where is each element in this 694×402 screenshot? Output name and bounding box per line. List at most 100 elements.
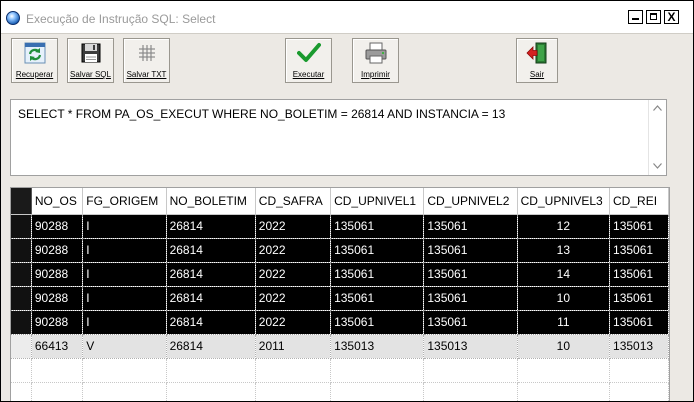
- table-cell[interactable]: 10: [517, 286, 611, 311]
- column-header-no-os[interactable]: NO_OS: [31, 188, 84, 215]
- salvar-sql-label: Salvar SQL: [70, 70, 111, 79]
- table-cell[interactable]: 26814: [166, 214, 256, 239]
- table-cell[interactable]: 135061: [423, 286, 518, 311]
- title-bar[interactable]: Execução de Instrução SQL: Select X: [1, 1, 693, 34]
- table-cell[interactable]: 26814: [166, 334, 256, 359]
- sql-vertical-scrollbar[interactable]: [648, 100, 666, 175]
- table-row[interactable]: 66413 V 26814 2011 135013 135013 10 135013: [11, 334, 669, 359]
- table-cell[interactable]: 13: [517, 238, 611, 263]
- column-header-cd-upnivel2[interactable]: CD_UPNIVEL2: [423, 188, 518, 215]
- table-cell[interactable]: 135061: [609, 214, 669, 239]
- empty-cell: [609, 382, 669, 401]
- sair-label: Sair: [529, 70, 545, 79]
- table-cell[interactable]: 2022: [255, 262, 332, 287]
- table-cell[interactable]: 90288: [31, 286, 84, 311]
- executar-label: Executar: [292, 70, 325, 79]
- sql-editor[interactable]: SELECT * FROM PA_OS_EXECUT WHERE NO_BOLE…: [10, 99, 667, 176]
- table-cell[interactable]: 135061: [609, 238, 669, 263]
- row-indicator[interactable]: [11, 310, 32, 335]
- maximize-button[interactable]: [646, 10, 661, 24]
- sair-button[interactable]: Sair: [516, 38, 558, 83]
- table-cell[interactable]: 135061: [423, 238, 518, 263]
- empty-cell: [166, 382, 256, 401]
- table-cell[interactable]: 135013: [330, 334, 425, 359]
- table-cell[interactable]: 90288: [31, 238, 84, 263]
- results-grid[interactable]: NO_OS FG_ORIGEM NO_BOLETIM CD_SAFRA CD_UPNIV…: [10, 187, 670, 401]
- table-cell[interactable]: 135061: [423, 310, 518, 335]
- column-header-cd-rei[interactable]: CD_REI: [609, 188, 669, 215]
- sql-execution-window: Execução de Instrução SQL: Select X Recu…: [0, 0, 694, 402]
- table-cell[interactable]: 135013: [609, 334, 669, 359]
- empty-row: [11, 382, 669, 401]
- table-cell[interactable]: 135061: [423, 214, 518, 239]
- empty-cell: [330, 358, 425, 383]
- table-cell[interactable]: 26814: [166, 310, 256, 335]
- table-cell[interactable]: 14: [517, 262, 611, 287]
- table-row[interactable]: 90288 I 26814 2022 135061 135061 11 135061: [11, 310, 669, 335]
- minimize-button[interactable]: [628, 10, 643, 24]
- table-row[interactable]: 90288 I 26814 2022 135061 135061 12 135061: [11, 214, 669, 239]
- column-header-no-boletim[interactable]: NO_BOLETIM: [166, 188, 256, 215]
- table-cell[interactable]: 90288: [31, 262, 84, 287]
- row-indicator[interactable]: [11, 214, 32, 239]
- table-row[interactable]: 90288 I 26814 2022 135061 135061 14 135061: [11, 262, 669, 287]
- recycle-icon: [24, 42, 45, 64]
- table-cell[interactable]: 26814: [166, 262, 256, 287]
- table-cell[interactable]: 135061: [609, 286, 669, 311]
- app-icon: [6, 11, 20, 25]
- sql-query-text[interactable]: SELECT * FROM PA_OS_EXECUT WHERE NO_BOLE…: [18, 107, 505, 121]
- table-cell[interactable]: V: [82, 334, 167, 359]
- recuperar-button[interactable]: Recuperar: [11, 38, 58, 83]
- table-row[interactable]: 90288 I 26814 2022 135061 135061 10 135061: [11, 286, 669, 311]
- table-cell[interactable]: 135061: [330, 238, 425, 263]
- salvar-txt-button[interactable]: Salvar TXT: [123, 38, 170, 83]
- table-cell[interactable]: 135013: [423, 334, 518, 359]
- table-cell[interactable]: I: [82, 310, 167, 335]
- empty-cell: [11, 358, 32, 383]
- empty-cell: [517, 382, 611, 401]
- table-cell[interactable]: 2022: [255, 286, 332, 311]
- salvar-sql-button[interactable]: Salvar SQL: [67, 38, 114, 83]
- table-cell[interactable]: 135061: [330, 262, 425, 287]
- grid-header-row: NO_OS FG_ORIGEM NO_BOLETIM CD_SAFRA CD_UPNIV…: [11, 188, 669, 215]
- imprimir-button[interactable]: Imprimir: [352, 38, 399, 83]
- row-indicator[interactable]: [11, 286, 32, 311]
- table-row[interactable]: 90288 I 26814 2022 135061 135061 13 135061: [11, 238, 669, 263]
- table-cell[interactable]: 2022: [255, 238, 332, 263]
- table-cell[interactable]: 26814: [166, 286, 256, 311]
- table-cell[interactable]: 12: [517, 214, 611, 239]
- row-indicator[interactable]: [11, 238, 32, 263]
- column-header-cd-upnivel3[interactable]: CD_UPNIVEL3: [517, 188, 611, 215]
- row-indicator-header: [11, 188, 32, 215]
- table-cell[interactable]: I: [82, 214, 167, 239]
- executar-button[interactable]: Executar: [285, 38, 332, 83]
- column-header-cd-upnivel1[interactable]: CD_UPNIVEL1: [330, 188, 425, 215]
- row-indicator[interactable]: [11, 334, 32, 359]
- row-indicator[interactable]: [11, 262, 32, 287]
- close-button[interactable]: X: [664, 10, 679, 24]
- table-cell[interactable]: 11: [517, 310, 611, 335]
- table-cell[interactable]: 135061: [609, 262, 669, 287]
- table-cell[interactable]: 135061: [330, 310, 425, 335]
- table-cell[interactable]: I: [82, 286, 167, 311]
- table-cell[interactable]: I: [82, 238, 167, 263]
- table-cell[interactable]: 2011: [255, 334, 332, 359]
- table-cell[interactable]: 2022: [255, 310, 332, 335]
- column-header-cd-safra[interactable]: CD_SAFRA: [255, 188, 332, 215]
- table-cell[interactable]: 66413: [31, 334, 84, 359]
- table-cell[interactable]: 135061: [330, 286, 425, 311]
- table-cell[interactable]: 135061: [609, 310, 669, 335]
- table-cell[interactable]: 135061: [423, 262, 518, 287]
- table-cell[interactable]: 10: [517, 334, 611, 359]
- table-cell[interactable]: 90288: [31, 310, 84, 335]
- scroll-down-icon[interactable]: [649, 158, 666, 175]
- empty-cell: [423, 358, 518, 383]
- column-header-fg-origem[interactable]: FG_ORIGEM: [82, 188, 167, 215]
- empty-cell: [423, 382, 518, 401]
- table-cell[interactable]: 2022: [255, 214, 332, 239]
- table-cell[interactable]: 90288: [31, 214, 84, 239]
- table-cell[interactable]: 26814: [166, 238, 256, 263]
- table-cell[interactable]: 135061: [330, 214, 425, 239]
- table-cell[interactable]: I: [82, 262, 167, 287]
- scroll-up-icon[interactable]: [649, 100, 666, 117]
